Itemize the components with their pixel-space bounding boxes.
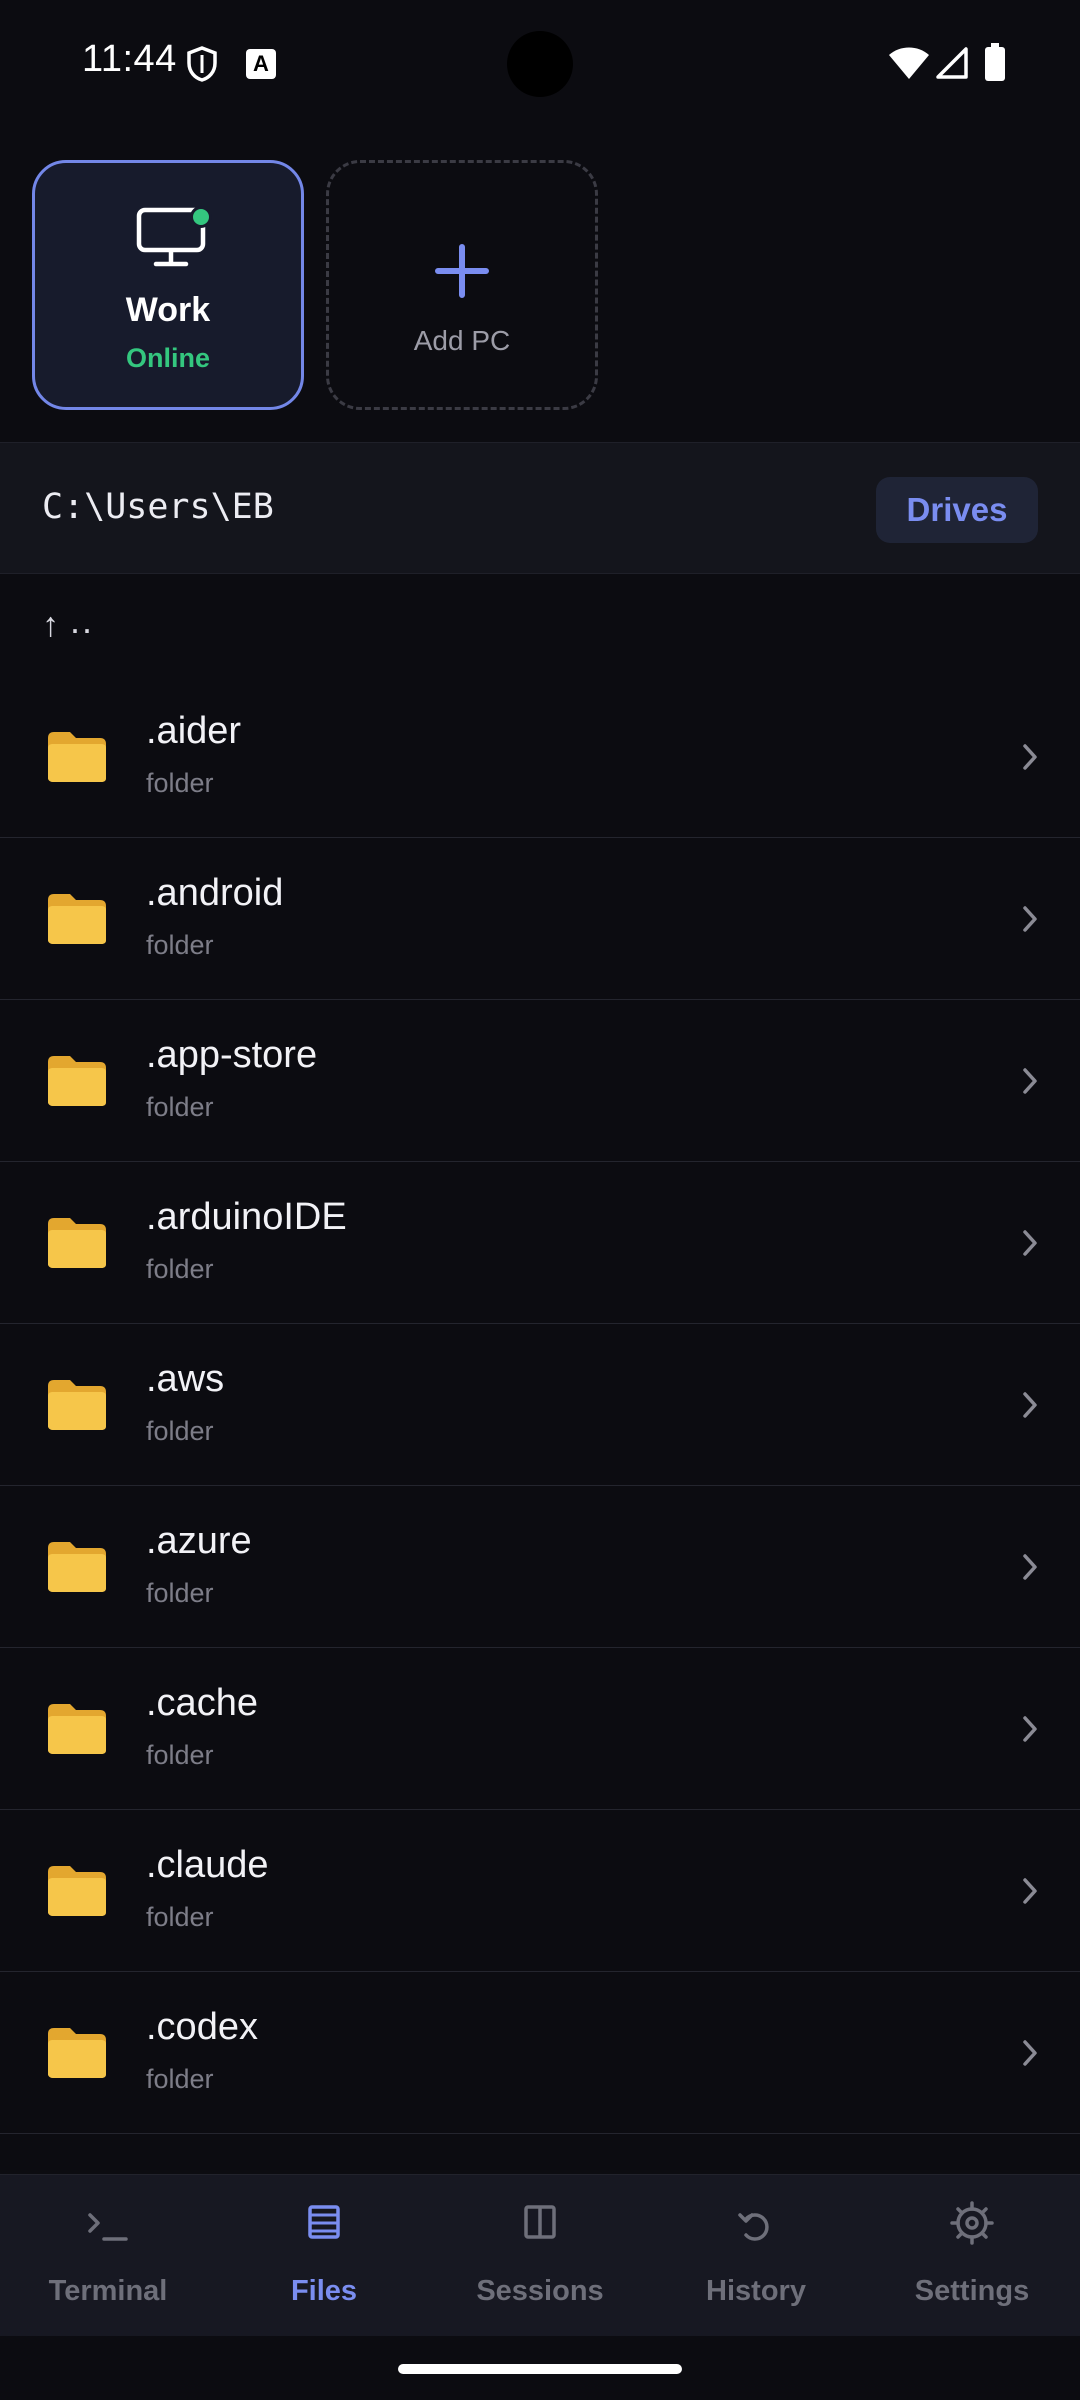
nav-settings[interactable]: Settings xyxy=(864,2175,1080,2337)
add-pc-button[interactable]: Add PC xyxy=(326,160,598,410)
text-a-icon: A xyxy=(246,49,276,79)
folder-icon xyxy=(46,1538,108,1594)
chevron-right-icon xyxy=(1020,904,1040,934)
nav-label: History xyxy=(706,2275,806,2307)
file-type: folder xyxy=(146,2064,214,2094)
chevron-right-icon xyxy=(1020,1390,1040,1420)
wifi-icon xyxy=(889,47,929,79)
folder-icon xyxy=(46,728,108,784)
parent-directory-row[interactable]: ↑ .. xyxy=(0,576,1080,676)
up-arrow-icon: ↑ xyxy=(42,606,59,644)
file-type: folder xyxy=(146,1416,214,1446)
drives-button[interactable]: Drives xyxy=(876,477,1038,543)
folder-icon xyxy=(46,1700,108,1756)
folder-icon xyxy=(46,1376,108,1432)
file-row[interactable]: .arduinoIDE folder xyxy=(0,1162,1080,1324)
file-row[interactable]: .android folder xyxy=(0,838,1080,1000)
pc-card-work[interactable]: Work Online xyxy=(32,160,304,410)
settings-icon xyxy=(950,2201,994,2245)
file-row[interactable]: .cache folder xyxy=(0,1648,1080,1810)
file-type: folder xyxy=(146,1578,214,1608)
file-name: .azure xyxy=(146,1520,252,1562)
app-root: 11:44 A Work Online Add PC C:\Users\EB D… xyxy=(0,0,1080,2400)
nav-label: Sessions xyxy=(476,2275,604,2307)
file-row[interactable]: .aider folder xyxy=(0,676,1080,838)
chevron-right-icon xyxy=(1020,1714,1040,1744)
file-type: folder xyxy=(146,1902,214,1932)
nav-label: Files xyxy=(290,2275,358,2307)
folder-icon xyxy=(46,1052,108,1108)
file-name: .codex xyxy=(146,2006,258,2048)
file-row[interactable]: .azure folder xyxy=(0,1486,1080,1648)
chevron-right-icon xyxy=(1020,1552,1040,1582)
file-name: .cache xyxy=(146,1682,258,1724)
folder-icon xyxy=(46,2024,108,2080)
home-indicator[interactable] xyxy=(398,2364,682,2374)
nav-files[interactable]: Files xyxy=(216,2175,432,2337)
folder-icon xyxy=(46,1214,108,1270)
files-icon xyxy=(308,2205,340,2239)
history-icon xyxy=(738,2213,769,2241)
file-name: .arduinoIDE xyxy=(146,1196,347,1238)
nav-sessions[interactable]: Sessions xyxy=(432,2175,648,2337)
file-type: folder xyxy=(146,768,214,798)
status-bar: 11:44 A xyxy=(0,0,1080,130)
pc-name: Work xyxy=(125,291,211,329)
file-name: .android xyxy=(146,872,284,914)
nav-terminal[interactable]: Terminal xyxy=(0,2175,216,2337)
nav-label: Settings xyxy=(914,2275,1030,2307)
bottom-nav: Terminal Files Sessions History Settings xyxy=(0,2174,1080,2336)
sessions-icon xyxy=(524,2205,556,2239)
signal-icon xyxy=(936,47,968,79)
online-status-dot xyxy=(190,206,212,228)
nav-history[interactable]: History xyxy=(648,2175,864,2337)
folder-icon xyxy=(46,1862,108,1918)
file-name: .aws xyxy=(146,1358,225,1400)
file-row[interactable]: .codex folder xyxy=(0,1972,1080,2134)
file-type: folder xyxy=(146,1092,214,1122)
shield-icon xyxy=(187,46,217,82)
terminal-icon xyxy=(88,2213,128,2241)
add-pc-label: Add PC xyxy=(413,325,511,356)
camera-cutout xyxy=(507,31,573,97)
file-row[interactable]: .app-store folder xyxy=(0,1000,1080,1162)
chevron-right-icon xyxy=(1020,1066,1040,1096)
file-row[interactable]: .aws folder xyxy=(0,1324,1080,1486)
file-name: .app-store xyxy=(146,1034,318,1076)
file-name: .aider xyxy=(146,710,242,752)
chevron-right-icon xyxy=(1020,1876,1040,1906)
folder-icon xyxy=(46,890,108,946)
chevron-right-icon xyxy=(1020,742,1040,772)
current-path: C:\Users\EB xyxy=(42,487,274,527)
status-time: 11:44 xyxy=(82,38,177,80)
chevron-right-icon xyxy=(1020,1228,1040,1258)
file-type: folder xyxy=(146,1254,214,1284)
chevron-right-icon xyxy=(1020,2038,1040,2068)
file-row[interactable]: .claude folder xyxy=(0,1810,1080,1972)
file-list: .aider folder .android folder .app-store fold… xyxy=(0,676,1080,2134)
file-type: folder xyxy=(146,1740,214,1770)
path-bar: C:\Users\EB Drives xyxy=(0,442,1080,574)
file-name: .claude xyxy=(146,1844,269,1886)
parent-directory-label: .. xyxy=(70,600,95,641)
file-type: folder xyxy=(146,930,214,960)
nav-label: Terminal xyxy=(48,2275,168,2307)
pc-status: Online xyxy=(125,343,210,373)
battery-icon xyxy=(985,43,1005,81)
plus-icon xyxy=(435,244,489,298)
